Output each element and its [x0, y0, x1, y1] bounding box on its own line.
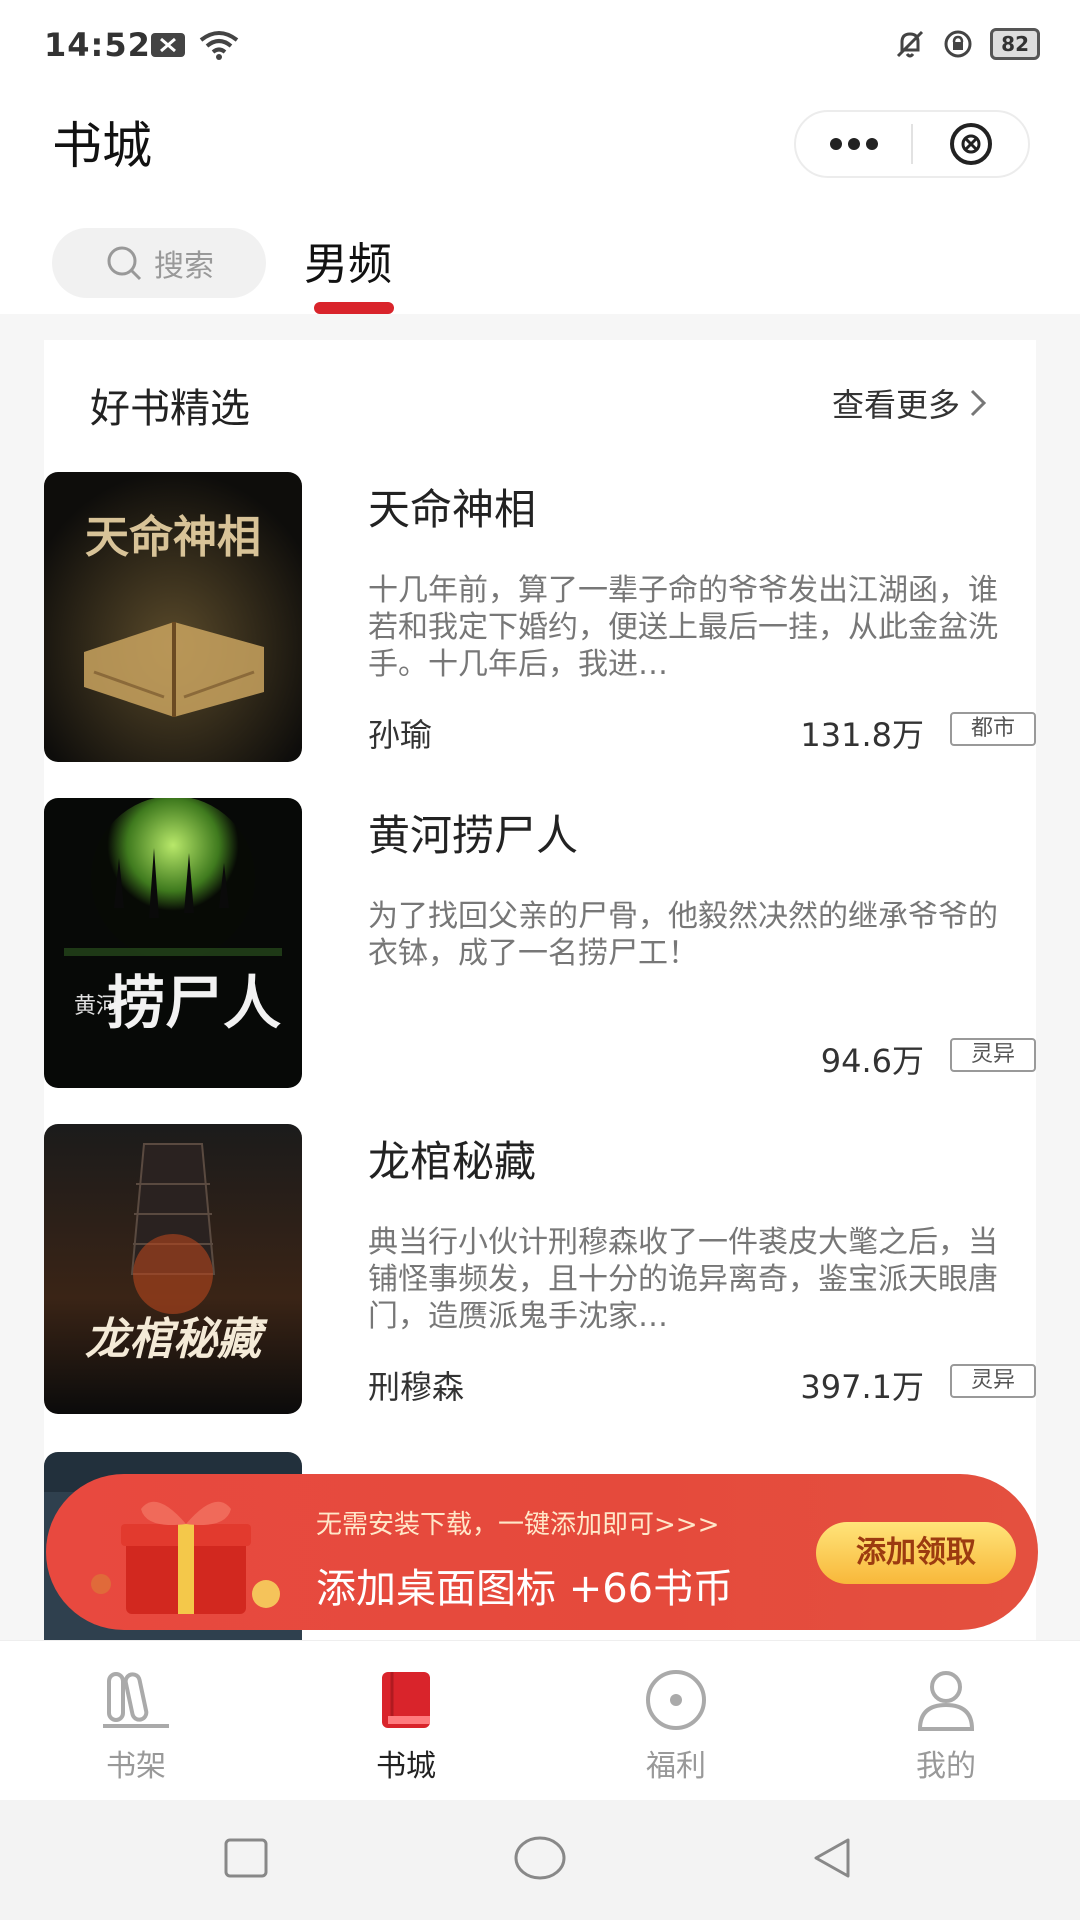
back-icon[interactable] [808, 1834, 856, 1882]
book-word-count: 94.6万 [820, 1042, 924, 1080]
book-category-tag: 灵异 [950, 1364, 1036, 1398]
mute-bell-icon [897, 30, 924, 58]
nav-label: 我的 [916, 1749, 976, 1784]
book-cover[interactable]: 龙棺秘藏 [44, 1124, 302, 1414]
promo-subtitle: 无需安装下载，一键添加即可>>> [316, 1510, 720, 1540]
book-cover[interactable]: 黄河 捞尸人 [44, 798, 302, 1088]
see-more-label: 查看更多 [831, 386, 960, 424]
status-right-icons: 82 [894, 28, 1040, 60]
notification-x-icon [151, 33, 185, 57]
profile-icon [917, 1671, 975, 1731]
battery-indicator: 82 [990, 28, 1040, 60]
book-word-count: 131.8万 [800, 716, 924, 754]
book-description: 为了找回父亲的尸骨，他毅然决然的继承爷爷的衣钵，成了一名捞尸工！ [368, 899, 998, 971]
gift-box-icon [91, 1501, 280, 1614]
book-title[interactable]: 天命神相 [368, 476, 536, 537]
book-author: 孙瑜 [368, 716, 433, 754]
section-title: 好书精选 [90, 386, 250, 432]
nav-label: 福利 [646, 1749, 706, 1784]
book-description: 十几年前，算了一辈子命的爷爷发出江湖函，谁若和我定下婚约，便送上最后一挂，从此金… [368, 573, 998, 682]
book-category-tag: 灵异 [950, 1038, 1036, 1072]
nav-bookshelf[interactable]: 书架 [66, 1665, 206, 1785]
book-cover[interactable]: 天命神相 [44, 472, 302, 762]
search-input[interactable]: 搜索 [52, 228, 266, 298]
book-description: 典当行小伙计刑穆森收了一件裘皮大氅之后，当铺怪事频发，且十分的诡异离奇，鉴宝派天… [368, 1225, 998, 1334]
miniprogram-capsule [794, 110, 1030, 178]
tab-male[interactable]: 男频 [304, 228, 392, 292]
active-tab-indicator [314, 302, 394, 314]
book-title[interactable]: 龙棺秘藏 [368, 1128, 536, 1189]
nav-label: 书架 [106, 1749, 166, 1784]
search-placeholder: 搜索 [154, 249, 214, 284]
close-button[interactable] [913, 112, 1028, 176]
page-title: 书城 [52, 117, 152, 175]
cover-title: 捞尸人 [107, 969, 281, 1037]
nav-label: 书城 [376, 1749, 436, 1784]
rotation-lock-icon [944, 30, 972, 58]
book-word-count: 397.1万 [800, 1368, 924, 1406]
nav-bookstore[interactable]: 书城 [336, 1665, 476, 1785]
claim-button[interactable]: 添加领取 [816, 1522, 1016, 1584]
recent-apps-icon[interactable] [222, 1834, 270, 1882]
book-item[interactable]: 龙棺秘藏 龙棺秘藏 典当行小伙计刑穆森收了一件裘皮大氅之后，当铺怪事频发，且十分… [44, 1124, 1036, 1416]
tab-bar: 搜索 男频 [0, 206, 1080, 314]
book-category-tag: 都市 [950, 712, 1036, 746]
chevron-right-icon [970, 389, 987, 417]
home-icon[interactable] [512, 1834, 568, 1882]
book-item[interactable]: 天命神相 天命神相 十几年前，算了一辈子命的爷爷发出江湖函，谁若和我定下婚约，便… [44, 472, 1036, 764]
bookshelf-icon [103, 1672, 169, 1728]
bookstore-icon [382, 1672, 430, 1728]
status-left-icons [150, 30, 240, 60]
wifi-icon [199, 31, 239, 60]
status-bar: 14:52 82 [0, 0, 1080, 96]
featured-section: 好书精选 查看更多 天命神相 天命神相 十几年前，算了一辈子命的爷爷发出江湖函，… [44, 340, 1036, 1640]
search-icon [107, 246, 142, 281]
cover-title: 龙棺秘藏 [85, 1314, 268, 1365]
welfare-icon [646, 1670, 706, 1730]
more-button[interactable] [796, 112, 911, 176]
nav-profile[interactable]: 我的 [876, 1665, 1016, 1785]
book-title[interactable]: 黄河捞尸人 [368, 802, 578, 863]
book-item[interactable]: 黄河 捞尸人 黄河捞尸人 为了找回父亲的尸骨，他毅然决然的继承爷爷的衣钵，成了一… [44, 798, 1036, 1090]
book-author: 刑穆森 [368, 1368, 465, 1406]
nav-welfare[interactable]: 福利 [606, 1665, 746, 1785]
more-dots-icon [829, 138, 878, 150]
header: 书城 [0, 96, 1080, 206]
close-icon [949, 123, 992, 165]
status-time: 14:52 [44, 26, 151, 64]
see-more-link[interactable]: 查看更多 [832, 380, 988, 426]
bottom-navigation: 书架 书城 福利 我的 [0, 1640, 1080, 1801]
add-to-desktop-banner[interactable]: 无需安装下载，一键添加即可>>> 添加桌面图标 +66书币 添加领取 [46, 1474, 1038, 1630]
promo-title: 添加桌面图标 +66书币 [316, 1566, 734, 1612]
cover-title: 天命神相 [85, 512, 261, 563]
system-navigation-bar [0, 1800, 1080, 1920]
